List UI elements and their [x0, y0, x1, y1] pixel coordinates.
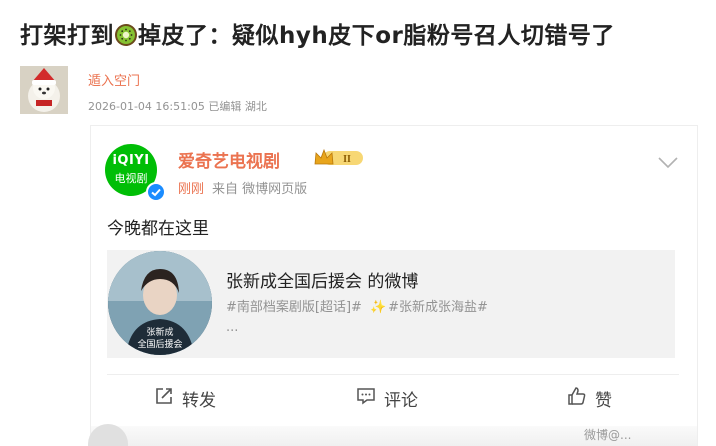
sparkle-icon: ✨ — [369, 300, 387, 315]
badge-level-text: II — [343, 154, 351, 165]
comment-label: 评论 — [384, 391, 418, 411]
share-card-title[interactable]: 张新成全国后援会 的微博 — [226, 267, 418, 292]
account-name-link[interactable]: 爱奇艺电视剧 — [178, 147, 280, 172]
topic-tag-link[interactable]: #南部档案剧版[超话]# — [226, 300, 362, 315]
thumbs-up-icon — [567, 386, 587, 411]
share-card-image[interactable]: 张新成 全国后援会 — [108, 251, 212, 355]
divider — [107, 374, 679, 375]
title-text-part2: 掉皮了：疑似hyh皮下or脂粉号召人切错号了 — [138, 23, 615, 49]
chevron-down-icon[interactable] — [658, 154, 678, 169]
repost-meta: 刚刚 来自 微博网页版 — [178, 178, 307, 197]
share-card-more: ... — [226, 320, 239, 335]
logo-text-line1: iQIYI — [112, 153, 150, 168]
comment-icon — [356, 386, 376, 411]
post-meta: 2026-01-04 16:51:05 已编辑 湖北 — [88, 100, 267, 113]
repost-content: 今晚都在这里 — [107, 219, 209, 239]
verified-badge-icon — [146, 182, 166, 202]
author-name-link[interactable]: 遁入空门 — [88, 70, 140, 89]
share-card-tags: #南部档案剧版[超话]# ✨ #张新成张海盐# — [226, 296, 488, 315]
repost-button[interactable]: 转发 — [154, 386, 216, 411]
vip-crown-badge-icon[interactable]: II — [313, 148, 365, 168]
repost-icon — [154, 386, 174, 411]
topic-tag-link[interactable]: #张新成张海盐# — [388, 300, 488, 315]
comment-button[interactable]: 评论 — [356, 386, 418, 411]
post-time[interactable]: 刚刚 — [178, 182, 204, 197]
title-text-part1: 打架打到 — [20, 23, 114, 49]
like-button[interactable]: 赞 — [567, 386, 612, 411]
repost-label: 转发 — [182, 391, 216, 411]
author-avatar[interactable] — [20, 66, 68, 114]
post-source: 来自 微博网页版 — [212, 182, 308, 197]
share-image-caption-line2: 全国后援会 — [137, 338, 182, 350]
kiwi-emoji-icon — [114, 23, 138, 47]
like-label: 赞 — [595, 391, 612, 411]
post-title: 打架打到 掉皮了：疑似hyh皮下or脂粉号召人切错号了 — [20, 16, 700, 50]
share-image-caption-line1: 张新成 — [146, 326, 173, 338]
watermark: 微博@... — [584, 428, 632, 442]
